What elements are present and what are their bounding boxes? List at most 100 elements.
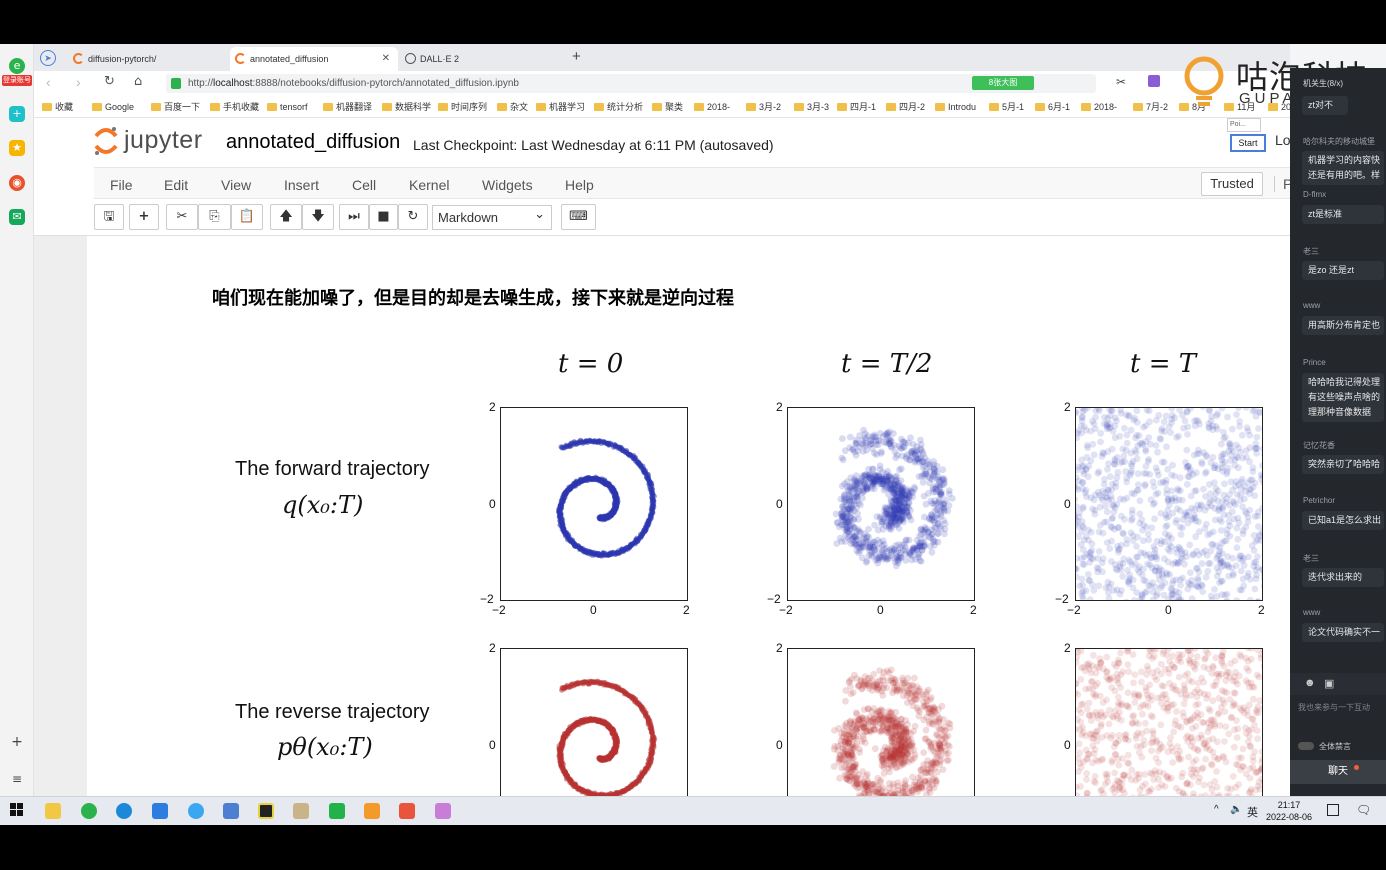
- menu-file[interactable]: File: [110, 177, 133, 193]
- bookmark-item[interactable]: 5月-1: [989, 100, 1024, 114]
- menu-help[interactable]: Help: [565, 177, 594, 193]
- scatter-point: [911, 674, 918, 682]
- bookmark-item[interactable]: 杂文: [497, 100, 528, 114]
- back-icon[interactable]: ‹: [46, 74, 51, 90]
- bookmark-item[interactable]: 机器翻译: [323, 100, 372, 114]
- bookmark-item[interactable]: tensorf: [267, 100, 308, 114]
- tab-diffusion-pytorch[interactable]: diffusion-pytorch/: [68, 47, 228, 71]
- cell-type-select[interactable]: Markdown: [432, 202, 552, 230]
- logout-button[interactable]: Lo: [1275, 132, 1291, 148]
- run-icon[interactable]: ⏭: [339, 204, 369, 230]
- scatter-point: [923, 705, 931, 713]
- scatter-point: [1133, 432, 1141, 439]
- scatter-point: [1125, 411, 1133, 419]
- menu-insert[interactable]: Insert: [284, 177, 319, 193]
- cut-icon[interactable]: ✂: [166, 204, 198, 230]
- star-icon[interactable]: ★: [9, 140, 25, 156]
- weibo-icon[interactable]: ◉: [9, 175, 25, 191]
- bookmark-item[interactable]: 2018-: [694, 100, 730, 114]
- menu-kernel[interactable]: Kernel: [409, 177, 449, 193]
- login-badge[interactable]: 登录账号: [2, 75, 32, 86]
- start-button[interactable]: Start: [1230, 134, 1266, 152]
- bookmark-item[interactable]: Google: [92, 100, 134, 114]
- scatter-point: [1185, 753, 1192, 761]
- scatter-point: [838, 482, 846, 490]
- bookmark-item[interactable]: 2018-: [1081, 100, 1117, 114]
- bookmark-item[interactable]: 3月-2: [746, 100, 781, 114]
- scatter-point: [864, 770, 871, 778]
- bookmark-item[interactable]: 机器学习: [536, 100, 585, 114]
- scatter-point: [887, 502, 894, 509]
- tab-annotated-diffusion[interactable]: annotated_diffusion ✕: [230, 47, 398, 71]
- bookmark-item[interactable]: 聚类: [652, 100, 683, 114]
- mail-icon[interactable]: ✉: [9, 209, 25, 225]
- scatter-point: [1261, 496, 1262, 500]
- scatter-point: [1130, 597, 1138, 600]
- bookmark-item[interactable]: 时间序列: [438, 100, 487, 114]
- tab-dalle[interactable]: DALL·E 2: [400, 47, 560, 71]
- nav-compass-icon[interactable]: ➤: [40, 50, 56, 66]
- plus-app-icon[interactable]: +: [9, 106, 25, 122]
- forward-icon[interactable]: ›: [76, 74, 81, 90]
- bookmark-item[interactable]: Introdu: [935, 100, 976, 114]
- menu-view[interactable]: View: [221, 177, 251, 193]
- scissors-icon[interactable]: ✂: [1116, 75, 1126, 89]
- bookmark-item[interactable]: 四月-1: [837, 100, 876, 114]
- scatter-point: [1092, 413, 1099, 421]
- scatter-point: [1204, 567, 1212, 575]
- bookmark-item[interactable]: 数据科学: [382, 100, 431, 114]
- scatter-point: [1147, 440, 1154, 448]
- move-down-icon[interactable]: 🡇: [302, 204, 334, 230]
- stop-icon[interactable]: ■: [369, 204, 398, 230]
- menu-cell[interactable]: Cell: [352, 177, 376, 193]
- extension-icon[interactable]: [1148, 75, 1160, 87]
- scatter-point: [1254, 508, 1262, 516]
- bookmark-item[interactable]: 百度一下: [151, 100, 200, 114]
- scatter-point: [1211, 586, 1218, 593]
- url-input[interactable]: http://localhost:8888/notebooks/diffusio…: [166, 74, 1096, 93]
- reload-icon[interactable]: ↻: [104, 74, 115, 89]
- move-up-icon[interactable]: 🡅: [270, 204, 302, 230]
- home-icon[interactable]: ⌂: [134, 74, 142, 89]
- bookmark-item[interactable]: 统计分析: [594, 100, 643, 114]
- keyboard-icon[interactable]: ⌨: [561, 204, 596, 230]
- scatter-point: [1079, 467, 1087, 475]
- copy-icon[interactable]: ⎘: [198, 204, 231, 230]
- insert-cell-icon[interactable]: +: [129, 204, 159, 230]
- image-badge[interactable]: 8张大图: [972, 76, 1034, 90]
- trusted-indicator[interactable]: Trusted: [1201, 172, 1263, 196]
- scatter-point: [847, 683, 854, 690]
- jupyter-logo-text[interactable]: jupyter: [124, 126, 203, 155]
- menu-edit[interactable]: Edit: [164, 177, 188, 193]
- bookmark-item[interactable]: 6月-1: [1035, 100, 1070, 114]
- scatter-point: [1079, 546, 1087, 554]
- scatter-point: [1087, 427, 1095, 435]
- scatter-point: [1128, 467, 1135, 475]
- scatter-point: [1078, 429, 1085, 437]
- menu-icon[interactable]: ≡: [9, 771, 25, 787]
- save-icon[interactable]: 🖫: [94, 204, 124, 230]
- bookmark-item[interactable]: 四月-2: [886, 100, 925, 114]
- scatter-point: [1193, 693, 1201, 701]
- browser-logo-icon[interactable]: e: [9, 58, 25, 74]
- restart-icon[interactable]: ↻: [398, 204, 428, 230]
- bookmark-item[interactable]: 3月-3: [794, 100, 829, 114]
- scatter-point: [1078, 456, 1086, 464]
- close-tab-icon[interactable]: ✕: [382, 47, 390, 71]
- notebook-name[interactable]: annotated_diffusion: [226, 131, 400, 154]
- bookmark-item[interactable]: 手机收藏: [210, 100, 259, 114]
- scatter-point: [1095, 468, 1103, 475]
- scatter-point: [939, 766, 947, 773]
- menu-widgets[interactable]: Widgets: [482, 177, 533, 193]
- scatter-point: [1219, 696, 1227, 704]
- new-tab-button[interactable]: +: [572, 48, 581, 65]
- add-icon[interactable]: +: [9, 734, 25, 750]
- bookmark-item[interactable]: 7月-2: [1133, 100, 1168, 114]
- scatter-point: [1162, 412, 1170, 420]
- paste-icon[interactable]: 📋: [231, 204, 263, 230]
- jupyter-logo-icon[interactable]: [92, 126, 120, 156]
- scatter-point: [1149, 478, 1157, 486]
- bookmark-item[interactable]: 收藏: [42, 100, 73, 114]
- scatter-point: [1085, 536, 1092, 544]
- scatter-point: [1181, 560, 1188, 568]
